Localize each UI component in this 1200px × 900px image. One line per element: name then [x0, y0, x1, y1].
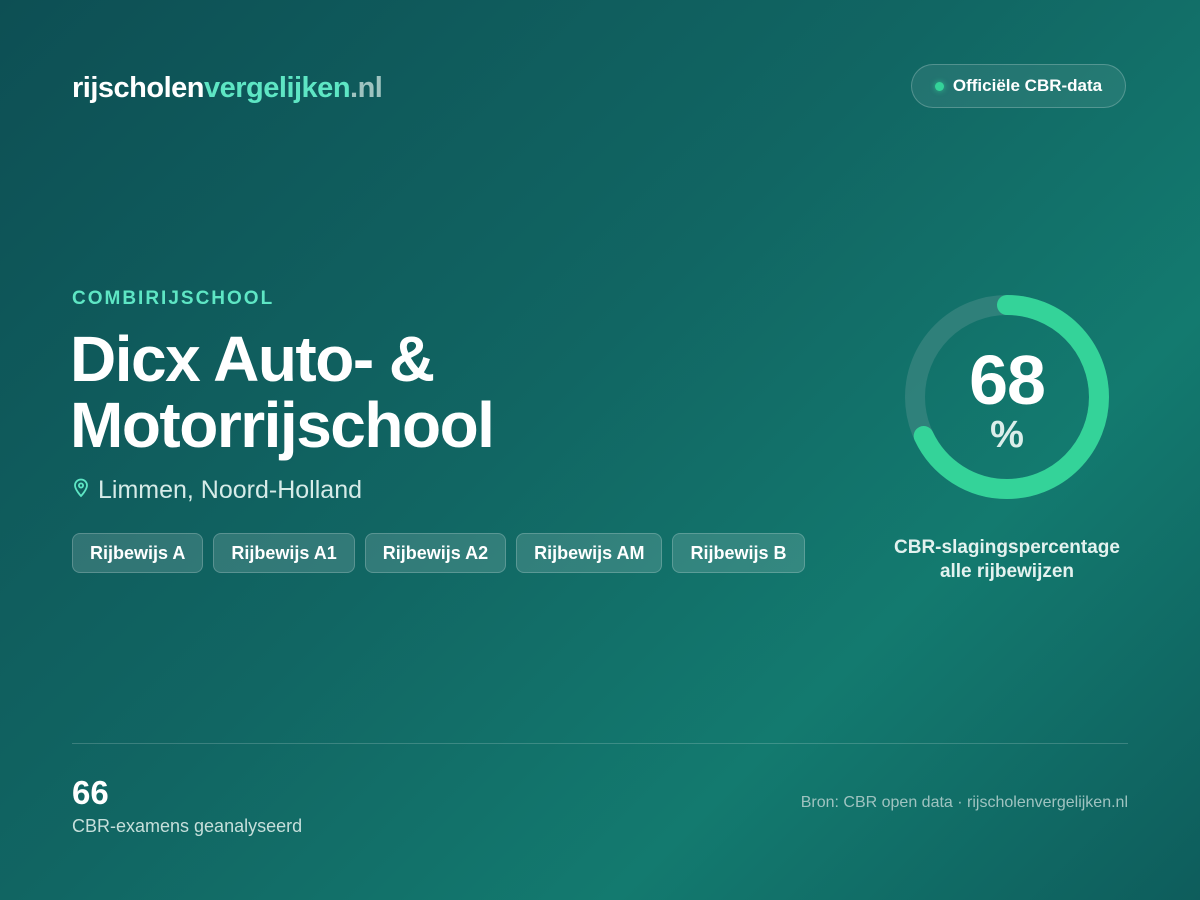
pass-rate-value: 68 — [969, 341, 1046, 419]
exams-label: CBR-examens geanalyseerd — [72, 816, 303, 836]
source-credit: Bron: CBR open data · rijscholenvergelij… — [800, 794, 1128, 811]
logo-text-part2: vergelijken — [204, 72, 351, 104]
location-label: Limmen, Noord-Holland — [98, 476, 363, 504]
caption-line-2: alle rijbewijzen — [939, 561, 1075, 582]
license-tag: Rijbewijs A — [72, 533, 204, 573]
cbr-data-badge: Officiële CBR-data — [911, 64, 1126, 108]
caption-line-1: CBR-slagingspercentage — [894, 537, 1120, 558]
logo-text-part1: rijscholen — [72, 72, 205, 104]
footer-divider — [72, 743, 1128, 744]
site-logo[interactable]: rijscholenvergelijken.nl — [72, 70, 383, 106]
map-pin-icon — [72, 476, 90, 505]
license-tag: Rijbewijs A2 — [364, 533, 507, 573]
school-name: Dicx Auto- & Motorrijschool — [70, 323, 495, 461]
license-tags: Rijbewijs A Rijbewijs A1 Rijbewijs A2 Ri… — [72, 533, 805, 573]
license-tag: Rijbewijs AM — [516, 533, 663, 573]
license-tag: Rijbewijs A1 — [213, 533, 355, 573]
badge-label: Officiële CBR-data — [952, 76, 1103, 95]
exams-count: 66 — [72, 774, 109, 811]
status-dot-icon — [934, 81, 944, 91]
school-location: Limmen, Noord-Holland — [72, 476, 362, 505]
pass-rate-unit: % — [990, 414, 1024, 456]
license-tag: Rijbewijs B — [672, 533, 805, 573]
pass-rate-caption: CBR-slagingspercentage alle rijbewijzen — [862, 536, 1152, 584]
school-category: COMBIRIJSCHOOL — [72, 288, 275, 309]
logo-text-part3: .nl — [350, 72, 383, 104]
